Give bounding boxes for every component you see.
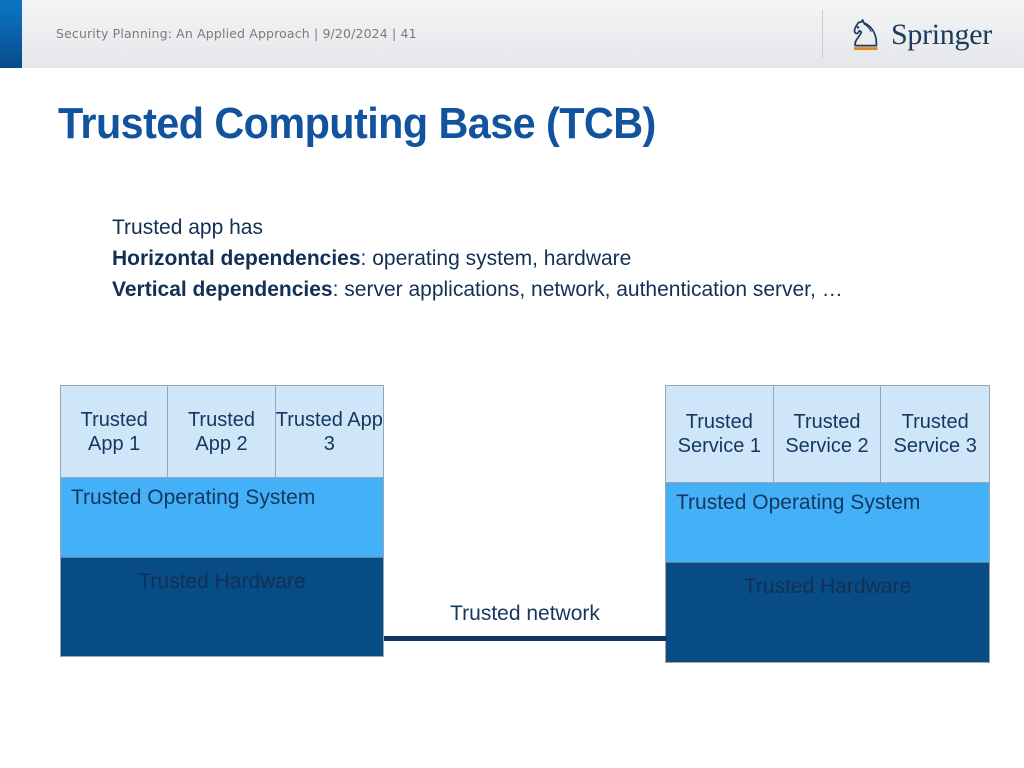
header-accent-bar — [0, 0, 22, 68]
trusted-app-3-cell[interactable]: Trusted App 3 — [275, 386, 383, 477]
server-stack: Trusted Service 1 Trusted Service 2 Trus… — [665, 385, 990, 663]
vertical-dependencies-value: : server applications, network, authenti… — [332, 278, 843, 301]
body-line-2: Horizontal dependencies: operating syste… — [112, 243, 952, 274]
springer-logo: Springer — [845, 13, 995, 57]
springer-wordmark: Springer — [891, 18, 992, 51]
trusted-app-2-cell[interactable]: Trusted App 2 — [168, 386, 276, 477]
vertical-dependencies-label: Vertical dependencies — [112, 278, 333, 301]
trusted-app-1-cell[interactable]: Trusted App 1 — [61, 386, 169, 477]
server-hardware-band[interactable]: Trusted Hardware — [666, 562, 989, 662]
trusted-service-3-cell[interactable]: Trusted Service 3 — [881, 386, 989, 482]
server-service-row: Trusted Service 1 Trusted Service 2 Trus… — [666, 386, 989, 482]
client-app-row: Trusted App 1 Trusted App 2 Trusted App … — [61, 386, 383, 477]
trusted-network-label: Trusted network — [450, 602, 600, 625]
horizontal-dependencies-label: Horizontal dependencies — [112, 247, 361, 270]
knight-chesspiece-icon — [845, 14, 887, 56]
client-os-band[interactable]: Trusted Operating System — [61, 477, 383, 557]
body-line-3: Vertical dependencies: server applicatio… — [112, 274, 952, 305]
page-title: Trusted Computing Base (TCB) — [58, 99, 656, 148]
slide-header: Security Planning: An Applied Approach |… — [0, 0, 1024, 68]
horizontal-dependencies-value: : operating system, hardware — [360, 247, 632, 270]
body-text-block: Trusted app has Horizontal dependencies:… — [112, 212, 952, 305]
breadcrumb: Security Planning: An Applied Approach |… — [56, 26, 417, 41]
body-line-1-text: Trusted app has — [112, 216, 263, 239]
trusted-service-1-cell[interactable]: Trusted Service 1 — [666, 386, 774, 482]
client-hardware-band[interactable]: Trusted Hardware — [61, 557, 383, 656]
trusted-service-2-cell[interactable]: Trusted Service 2 — [773, 386, 882, 482]
logo-divider — [822, 10, 823, 58]
body-line-1: Trusted app has — [112, 212, 952, 243]
client-stack: Trusted App 1 Trusted App 2 Trusted App … — [60, 385, 384, 657]
server-os-band[interactable]: Trusted Operating System — [666, 482, 989, 562]
trusted-network-connector — [384, 636, 666, 641]
